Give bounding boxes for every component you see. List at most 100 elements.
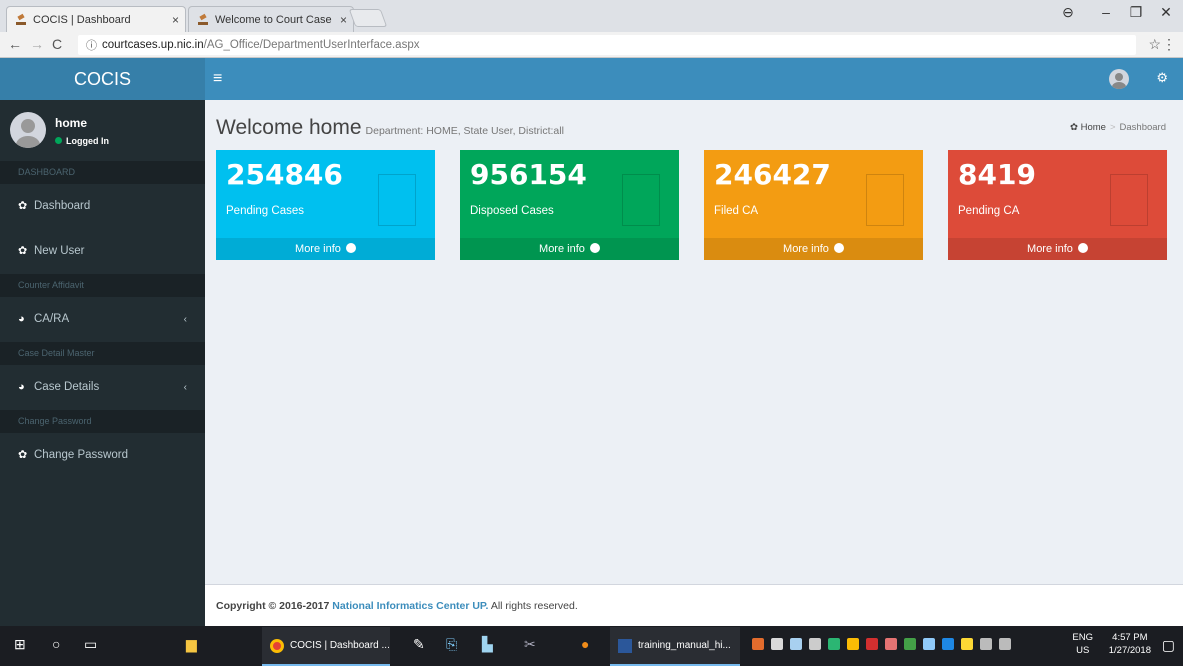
tray-network-icon[interactable]	[980, 638, 992, 650]
tray-app-icon[interactable]	[828, 638, 840, 650]
breadcrumb-current: Dashboard	[1119, 122, 1166, 133]
clock[interactable]: 4:57 PM 1/27/2018	[1109, 631, 1151, 657]
arrow-circle-right-icon	[833, 239, 844, 261]
sidebar-header-dashboard: DASHBOARD	[0, 161, 205, 184]
language-indicator[interactable]: ENG US	[1072, 631, 1093, 657]
arrow-circle-right-icon	[1077, 239, 1088, 261]
gavel-favicon-icon	[16, 13, 26, 25]
tab-cocis-dashboard[interactable]: COCIS | Dashboard ×	[6, 6, 186, 32]
org-link[interactable]: National Informatics Center UP.	[332, 600, 488, 612]
dashboard-icon: ✿	[18, 245, 28, 257]
sidebar-item-new-user[interactable]: ✿ New User	[0, 229, 205, 274]
notepad-icon[interactable]: ✎	[413, 636, 425, 653]
close-tab-icon[interactable]: ×	[172, 13, 179, 27]
settings-gears-icon[interactable]: ⚙	[1156, 70, 1168, 86]
file-explorer-icon[interactable]: ▆	[186, 636, 197, 653]
tray-volume-icon[interactable]	[999, 638, 1011, 650]
stat-label: Pending Cases	[226, 205, 304, 217]
tool-icon[interactable]: ✂	[524, 636, 536, 653]
more-info-link[interactable]: More info	[704, 238, 923, 261]
tray-app-icon[interactable]	[904, 638, 916, 650]
stat-value: 254846	[226, 158, 343, 191]
avatar[interactable]	[1109, 69, 1129, 89]
taskbar-app-word[interactable]: training_manual_hi...	[610, 627, 740, 666]
forward-icon[interactable]: →	[30, 36, 44, 52]
tray-app-icon[interactable]	[771, 638, 783, 650]
url-path: /AG_Office/DepartmentUserInterface.aspx	[203, 39, 420, 51]
pie-chart-icon: ◕	[18, 381, 25, 393]
sidebar-item-change-password[interactable]: ✿ Change Password	[0, 433, 205, 478]
browser-menu-icon[interactable]: ⋮	[1162, 36, 1176, 53]
page-title: Welcome home Department: HOME, State User…	[216, 116, 564, 139]
windows-start-icon[interactable]: ⊞	[14, 636, 26, 653]
page-subtitle: Department: HOME, State User, District:a…	[365, 125, 564, 137]
more-info-link[interactable]: More info	[948, 238, 1167, 261]
sidebar-toggle-icon[interactable]: ≡	[213, 70, 222, 88]
system-tray-icons	[752, 638, 1011, 650]
tray-app-icon[interactable]	[885, 638, 897, 650]
more-info-link[interactable]: More info	[460, 238, 679, 261]
sidebar-header-case-detail-master: Case Detail Master	[0, 342, 205, 365]
app-icon[interactable]: ▙	[482, 636, 493, 653]
tab-title: COCIS | Dashboard	[33, 13, 131, 26]
notification-icon[interactable]: ▢	[1162, 637, 1175, 654]
screen: COCIS | Dashboard × Welcome to Court Cas…	[0, 0, 1183, 666]
task-view-icon[interactable]: ▭	[84, 636, 97, 653]
chevron-left-icon: ‹	[183, 382, 187, 393]
chrome-icon	[270, 638, 284, 653]
close-tab-icon[interactable]: ×	[340, 13, 347, 27]
sidebar-item-ca-ra[interactable]: ◕ CA/RA ‹	[0, 297, 205, 342]
browser-tab-bar: COCIS | Dashboard × Welcome to Court Cas…	[0, 0, 1183, 32]
main-content: Welcome home Department: HOME, State User…	[205, 100, 1183, 584]
bookmark-star-icon[interactable]: ☆	[1148, 36, 1161, 53]
stat-box-pending-ca: 8419 Pending CA More info	[948, 150, 1167, 261]
app-logo[interactable]: COCIS	[0, 58, 205, 100]
sidebar-header-counter-affidavit: Counter Affidavit	[0, 274, 205, 297]
user-status: Logged In	[55, 136, 109, 146]
sidebar-item-case-details[interactable]: ◕ Case Details ‹	[0, 365, 205, 410]
stat-box-pending-cases: 254846 Pending Cases More info	[216, 150, 435, 261]
sidebar-header-change-password: Change Password	[0, 410, 205, 433]
new-tab-button[interactable]	[348, 9, 388, 27]
taskbar-app-chrome[interactable]: COCIS | Dashboard ...	[262, 627, 390, 666]
reload-icon[interactable]: C	[52, 36, 62, 52]
user-avatar	[10, 112, 46, 148]
minimize-icon[interactable]: –	[1091, 4, 1121, 20]
tab-welcome-court-case[interactable]: Welcome to Court Case ×	[188, 6, 354, 32]
breadcrumb-home[interactable]: Home	[1081, 122, 1106, 133]
restore-icon[interactable]: ❐	[1121, 4, 1151, 21]
tray-app-icon[interactable]	[942, 638, 954, 650]
arrow-circle-right-icon	[345, 239, 356, 261]
stat-box-disposed-cases: 956154 Disposed Cases More info	[460, 150, 679, 261]
dashboard-icon: ✿	[18, 449, 28, 461]
tray-app-icon[interactable]	[866, 638, 878, 650]
tray-app-icon[interactable]	[923, 638, 935, 650]
sidebar-item-dashboard[interactable]: ✿ Dashboard	[0, 184, 205, 229]
profile-icon[interactable]: ⊖	[1053, 4, 1083, 21]
chevron-left-icon: ‹	[183, 314, 187, 325]
network-app-icon[interactable]: ⎘	[446, 636, 457, 653]
tray-app-icon[interactable]	[790, 638, 802, 650]
tray-app-icon[interactable]	[961, 638, 973, 650]
search-icon[interactable]: ○	[52, 636, 60, 652]
tray-chrome-icon[interactable]	[847, 638, 859, 650]
taskbar: ⊞ ○ ▭ ▆ COCIS | Dashboard ... ✎ ⎘ ▙ ✂ ● …	[0, 626, 1183, 666]
url-input[interactable]: ⓘ courtcases.up.nic.in/AG_Office/Departm…	[78, 35, 1136, 55]
firefox-icon[interactable]: ●	[581, 636, 589, 652]
box-bg-icon	[866, 174, 904, 226]
stat-label: Filed CA	[714, 205, 759, 217]
back-icon[interactable]: ←	[8, 36, 22, 52]
sidebar: home Logged In DASHBOARD ✿ Dashboard ✿ New…	[0, 100, 205, 626]
more-info-link[interactable]: More info	[216, 238, 435, 261]
close-window-icon[interactable]: ✕	[1151, 4, 1181, 21]
stat-value: 8419	[958, 158, 1036, 191]
dashboard-icon: ✿	[18, 200, 28, 212]
gavel-favicon-icon	[198, 13, 208, 25]
online-dot-icon	[55, 137, 62, 144]
info-icon[interactable]: ⓘ	[86, 37, 97, 53]
tray-cloud-icon[interactable]	[809, 638, 821, 650]
arrow-circle-right-icon	[589, 239, 600, 261]
app-header: COCIS ≡ ⚙	[0, 58, 1183, 100]
tray-app-icon[interactable]	[752, 638, 764, 650]
copyright-text: Copyright © 2016-2017	[216, 600, 330, 612]
